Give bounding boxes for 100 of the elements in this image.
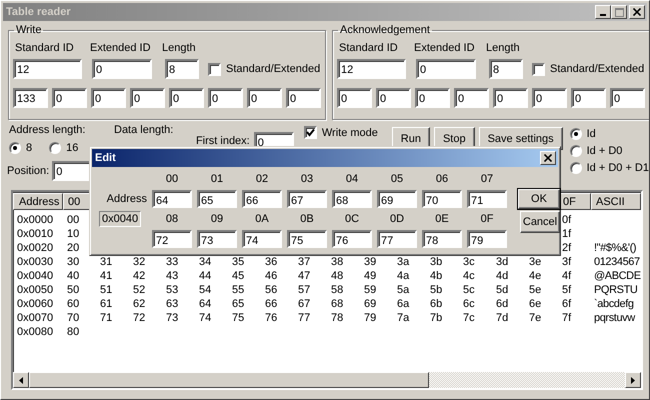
group-title: Write bbox=[15, 24, 42, 36]
table-cell-text: 4f bbox=[561, 269, 572, 283]
input-field[interactable]: 70 bbox=[422, 190, 462, 208]
input-field[interactable]: 133 bbox=[13, 88, 48, 108]
field-label: First index: bbox=[196, 135, 250, 147]
input-field[interactable]: 8 bbox=[489, 59, 523, 79]
input-field[interactable]: 76 bbox=[332, 230, 372, 248]
window-title: Table reader bbox=[6, 6, 71, 18]
minimize-button[interactable] bbox=[595, 5, 611, 19]
table-cell-text: pqrstuvw bbox=[593, 311, 636, 325]
checkbox[interactable] bbox=[208, 62, 221, 76]
table-cell-text: 6f bbox=[561, 297, 572, 311]
input-field[interactable]: 0 bbox=[493, 88, 528, 108]
table-cell-text: 01234567 bbox=[593, 255, 641, 269]
input-field[interactable]: 12 bbox=[337, 59, 406, 79]
field-label: Standard ID bbox=[338, 42, 399, 54]
column-header[interactable]: Address bbox=[13, 193, 63, 210]
input-field[interactable]: 0 bbox=[130, 88, 165, 108]
input-field[interactable]: 72 bbox=[152, 230, 192, 248]
table-cell-text: 60 bbox=[66, 297, 80, 311]
input-field[interactable]: 74 bbox=[242, 230, 282, 248]
table-cell-text: 5d bbox=[495, 283, 510, 297]
input-field[interactable]: 8 bbox=[165, 59, 199, 79]
radio-button[interactable] bbox=[49, 142, 62, 154]
scroll-right-button[interactable] bbox=[625, 372, 641, 388]
table-cell-text: 0x0020 bbox=[16, 241, 54, 255]
maximize-icon bbox=[614, 8, 624, 16]
table-cell-text: 73 bbox=[165, 311, 180, 325]
column-header[interactable]: ASCII bbox=[591, 193, 641, 210]
table-cell-text: 52 bbox=[132, 283, 146, 297]
column-header[interactable]: 0F bbox=[558, 193, 591, 210]
input-field[interactable]: 0 bbox=[571, 88, 606, 108]
input-field[interactable]: 0 bbox=[454, 88, 489, 108]
checkbox[interactable] bbox=[304, 126, 317, 139]
radio-button[interactable] bbox=[570, 128, 582, 140]
input-field[interactable]: 0 bbox=[247, 88, 282, 108]
scroll-left-button[interactable] bbox=[13, 372, 29, 388]
input-field[interactable]: 77 bbox=[377, 230, 417, 248]
checkbox[interactable] bbox=[532, 62, 545, 76]
table-cell-text: 66 bbox=[264, 297, 278, 311]
radio-button[interactable] bbox=[9, 142, 21, 154]
input-field[interactable]: 0 bbox=[337, 88, 372, 108]
input-field[interactable]: 67 bbox=[287, 190, 327, 208]
input-field[interactable]: 79 bbox=[467, 230, 507, 248]
input-field[interactable]: 0 bbox=[91, 88, 126, 108]
input-field[interactable]: 75 bbox=[287, 230, 327, 248]
table-cell-text: 35 bbox=[231, 255, 246, 269]
table-cell-text: 5e bbox=[528, 283, 542, 297]
input-field[interactable]: 69 bbox=[377, 190, 417, 208]
field-label: Address bbox=[106, 193, 147, 205]
input-field[interactable]: 65 bbox=[197, 190, 237, 208]
input-field[interactable]: 64 bbox=[152, 190, 192, 208]
table-cell-text: 77 bbox=[297, 311, 312, 325]
input-field[interactable]: 78 bbox=[422, 230, 462, 248]
scrollbar-thumb[interactable] bbox=[29, 372, 429, 388]
table-cell-text: 6c bbox=[462, 297, 476, 311]
input-field[interactable]: 73 bbox=[197, 230, 237, 248]
table-cell-text: 79 bbox=[363, 311, 378, 325]
ok-button[interactable]: OK bbox=[518, 189, 560, 209]
radio-button[interactable] bbox=[570, 144, 582, 156]
close-button[interactable] bbox=[629, 5, 645, 19]
input-field[interactable]: 0 bbox=[286, 88, 321, 108]
input-field[interactable]: 0 bbox=[532, 88, 567, 108]
table-cell-text: 2f bbox=[561, 241, 572, 255]
input-field[interactable]: 68 bbox=[332, 190, 372, 208]
table-cell-text: 5f bbox=[561, 283, 572, 297]
column-label: 0E bbox=[434, 213, 450, 225]
table-cell-text: 46 bbox=[264, 269, 278, 283]
input-field[interactable]: 12 bbox=[13, 59, 82, 79]
input-field[interactable]: 0 bbox=[610, 88, 645, 108]
table-cell-text: 3b bbox=[429, 255, 444, 269]
group-title: Acknowledgement bbox=[339, 24, 431, 36]
input-field[interactable]: 0 bbox=[208, 88, 243, 108]
input-field[interactable]: 66 bbox=[242, 190, 282, 208]
table-cell-text: 3f bbox=[561, 255, 572, 269]
table-cell-text: 0x0040 bbox=[16, 269, 54, 283]
input-field[interactable]: 0 bbox=[415, 88, 450, 108]
table-cell-text: 5c bbox=[462, 283, 476, 297]
table-cell-text: 10 bbox=[66, 227, 80, 241]
input-field[interactable]: 0 bbox=[52, 88, 87, 108]
input-field[interactable]: 71 bbox=[467, 190, 507, 208]
cancel-button[interactable]: Cancel bbox=[520, 211, 560, 233]
input-field[interactable]: 0 bbox=[416, 59, 476, 79]
minimize-icon bbox=[600, 14, 606, 16]
table-cell-text: 80 bbox=[66, 325, 80, 339]
table-cell-text: 63 bbox=[165, 297, 180, 311]
table-cell-text: 53 bbox=[165, 283, 180, 297]
table-cell-text: 42 bbox=[132, 269, 146, 283]
close-icon bbox=[544, 154, 552, 162]
radio-button[interactable] bbox=[570, 162, 582, 174]
table-cell-text: 36 bbox=[264, 255, 278, 269]
table-cell-text: 6d bbox=[495, 297, 510, 311]
input-field[interactable]: 0 bbox=[92, 59, 152, 79]
input-field[interactable]: 0 bbox=[376, 88, 411, 108]
table-cell-text: 44 bbox=[198, 269, 212, 283]
table-cell-text: 34 bbox=[198, 255, 212, 269]
input-field[interactable]: 0 bbox=[169, 88, 204, 108]
close-button[interactable] bbox=[540, 151, 556, 165]
table-cell-text: PQRSTU bbox=[593, 283, 638, 297]
maximize-button[interactable] bbox=[611, 5, 627, 19]
